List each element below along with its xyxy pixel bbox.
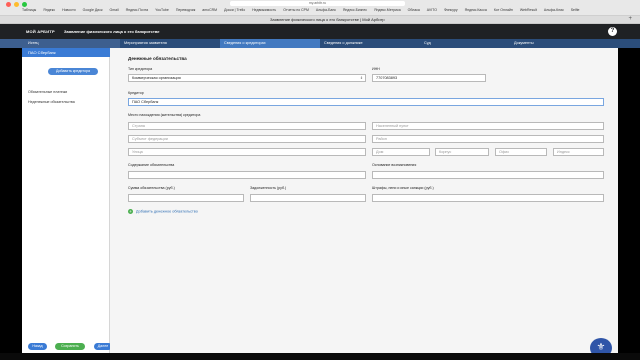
bookmark-item[interactable]: Google Диск <box>83 8 103 14</box>
bookmark-item[interactable]: Яндекс.Касса <box>465 8 487 14</box>
address-bar[interactable]: my.arbitr.ru <box>230 1 405 6</box>
inn-field[interactable]: 7707083893 <box>372 74 486 82</box>
creditor-type-select[interactable]: Коммерческая организация ⇕ <box>128 74 366 82</box>
sidebar-item-mandatory-payments[interactable]: Обязательные платежи <box>28 90 67 94</box>
form-panel: Денежные обязательства Тип кредитора Ком… <box>110 48 618 353</box>
plus-circle-icon: + <box>128 209 133 214</box>
bookmark-item[interactable]: Яндекс.Бизнес <box>343 8 367 14</box>
save-button[interactable]: Сохранить <box>55 343 85 350</box>
window-controls[interactable] <box>6 2 27 7</box>
tab-step-label: Документы <box>514 41 534 45</box>
browser-tab[interactable]: Заявление физического лица о его банкрот… <box>0 15 640 23</box>
building-field[interactable]: Корпус <box>435 148 489 156</box>
app-logo[interactable]: МОЙ АРБИТР <box>26 29 55 34</box>
amount-label: Сумма обязательства (руб.) <box>128 186 175 190</box>
bookmark-item[interactable]: Gmail <box>110 8 119 14</box>
house-field[interactable]: Дом <box>372 148 430 156</box>
bookmark-item[interactable]: Яндекс.Метрика <box>374 8 401 14</box>
creditor-type-label: Тип кредитора <box>128 67 153 71</box>
back-button[interactable]: Назад <box>28 343 47 350</box>
tab-step-label: Сведения о должнике <box>324 41 363 45</box>
office-field[interactable]: Офис <box>495 148 547 156</box>
help-icon[interactable]: ? <box>608 27 617 36</box>
debt-field[interactable] <box>250 194 366 202</box>
bookmark-item[interactable]: Доски | Trello <box>224 8 245 14</box>
content-field[interactable] <box>128 171 366 179</box>
bookmark-item[interactable]: Яндекс.Почта <box>126 8 148 14</box>
inn-label: ИНН <box>372 67 380 71</box>
sidebar-item-non-monetary[interactable]: Неденежные обязательства <box>28 100 75 104</box>
browser-chrome: my.arbitr.ru Таблицы Яндекс Новости Google … <box>0 0 640 24</box>
creditor-label: Кредитор <box>128 91 144 95</box>
country-field[interactable]: Страна <box>128 122 366 130</box>
wizard-steps: Истец Мероприятия заявителя Сведения о к… <box>0 39 640 48</box>
bookmark-item[interactable]: Переводчик <box>176 8 195 14</box>
tab-step-4[interactable]: Суд <box>420 39 510 48</box>
fines-field[interactable] <box>372 194 604 202</box>
close-window-icon[interactable] <box>6 2 11 7</box>
zoom-window-icon[interactable] <box>22 2 27 7</box>
creditor-field[interactable]: ПАО Сбербанк <box>128 98 604 106</box>
page-title: Заявление физического лица о его банкрот… <box>64 29 160 34</box>
bookmark-item[interactable]: Отчеты по CPM <box>283 8 309 14</box>
bookmark-item[interactable]: YouTube <box>155 8 169 14</box>
basis-field[interactable] <box>372 171 604 179</box>
tab-applicant[interactable]: Истец <box>0 39 120 48</box>
tab-title: Заявление физического лица о его банкрот… <box>270 17 385 22</box>
section-title: Денежные обязательства <box>128 56 187 61</box>
new-tab-icon[interactable]: + <box>628 16 632 22</box>
district-field[interactable]: Район <box>372 135 604 143</box>
bookmarks-bar: Таблицы Яндекс Новости Google Диск Gmail Янде… <box>22 8 632 14</box>
screen: my.arbitr.ru Таблицы Яндекс Новости Google … <box>0 0 640 360</box>
index-field[interactable]: Индекс <box>553 148 604 156</box>
tab-step-5[interactable]: Документы <box>510 39 618 48</box>
bookmark-item[interactable]: WebResult <box>520 8 537 14</box>
minimize-window-icon[interactable] <box>14 2 19 7</box>
bookmark-item[interactable]: Таблицы <box>22 8 36 14</box>
location-label: Место нахождения (жительства) кредитора <box>128 113 201 117</box>
add-obligation-label: Добавить денежное обязательство <box>136 209 198 214</box>
bookmark-item[interactable]: Альфа-Банк <box>316 8 336 14</box>
chevron-down-icon: ⇕ <box>359 76 363 80</box>
settlement-field[interactable]: Населенный пункт <box>372 122 604 130</box>
fines-label: Штрафы, пени и иные санкции (руб.) <box>372 186 434 190</box>
basis-label: Основание возникновения <box>372 163 417 167</box>
tab-step-label: Сведения о кредиторах <box>224 41 266 45</box>
tab-step-3[interactable]: Сведения о должнике <box>320 39 420 48</box>
bookmark-item[interactable]: Selfie <box>571 8 580 14</box>
bookmark-item[interactable]: Кот Онлайн <box>494 8 513 14</box>
bookmark-item[interactable]: amoCRM <box>202 8 217 14</box>
bookmark-item[interactable]: Яндекс <box>43 8 55 14</box>
video-bottom-bar <box>0 353 640 360</box>
tab-step-label: Суд <box>424 41 431 45</box>
debt-label: Задолженность (руб.) <box>250 186 287 190</box>
street-field[interactable]: Улица <box>128 148 366 156</box>
sidebar-item-creditor[interactable]: ПАО Сбербанк <box>22 48 110 57</box>
amount-field[interactable] <box>128 194 244 202</box>
bookmark-item[interactable]: Новости <box>62 8 76 14</box>
tab-step-label: Мероприятия заявителя <box>124 41 167 45</box>
app-header: МОЙ АРБИТР Заявление физического лица о … <box>0 24 640 39</box>
sidebar: ПАО Сбербанк Добавить кредитора Обязател… <box>22 48 110 353</box>
add-creditor-button[interactable]: Добавить кредитора <box>48 68 98 75</box>
content-label: Содержание обязательства <box>128 163 175 167</box>
bookmark-item[interactable]: AVITO <box>427 8 437 14</box>
creditor-type-value: Коммерческая организация <box>132 76 181 80</box>
bookmark-item[interactable]: Недвижимость <box>252 8 276 14</box>
bookmark-item[interactable]: Альфа-Клик <box>544 8 564 14</box>
add-obligation-link[interactable]: + Добавить денежное обязательство <box>128 209 198 214</box>
bookmark-item[interactable]: Облака <box>408 8 420 14</box>
tab-step-1[interactable]: Мероприятия заявителя <box>120 39 220 48</box>
tab-step-2[interactable]: Сведения о кредиторах <box>220 39 320 48</box>
region-field[interactable]: Субъект федерации <box>128 135 366 143</box>
bookmark-item[interactable]: Финсуру <box>444 8 458 14</box>
